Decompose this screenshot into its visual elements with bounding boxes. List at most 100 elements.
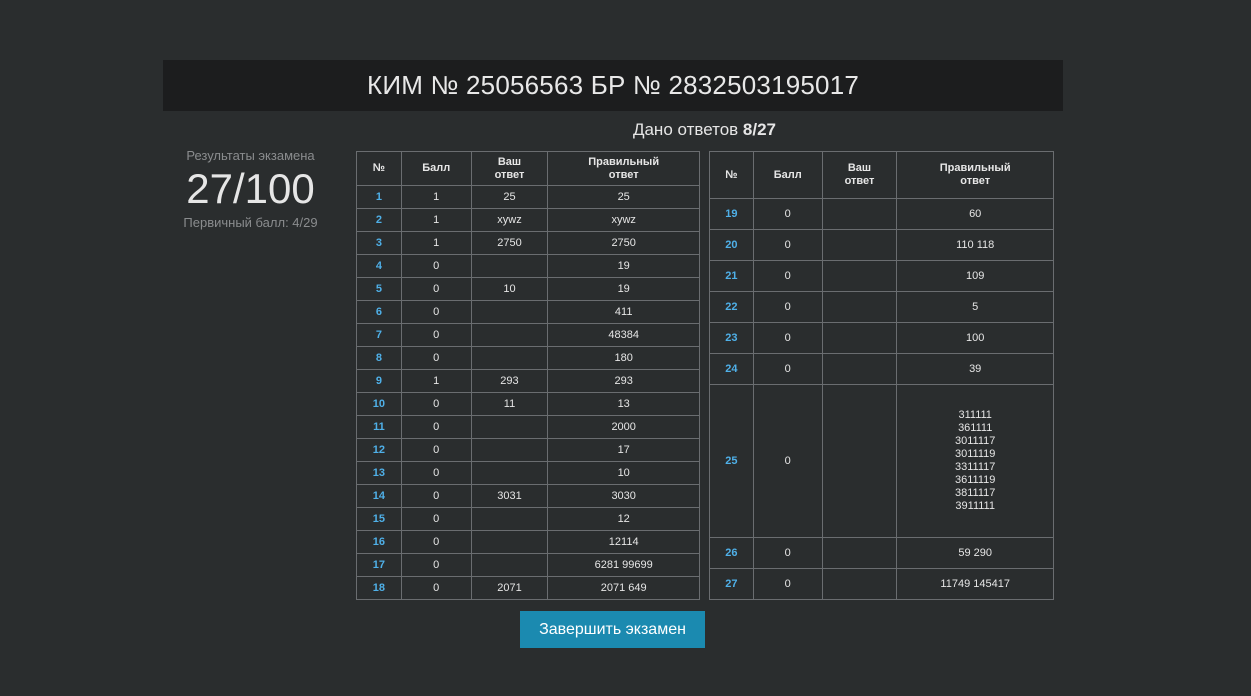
table-header-row: № Балл Ваш ответ Правильный ответ (356, 151, 700, 186)
finish-exam-button[interactable]: Завершить экзамен (520, 611, 705, 648)
your-answer-cell (470, 461, 549, 485)
your-answer-cell (470, 507, 549, 531)
your-answer-cell: 293 (470, 369, 549, 393)
table-row: 10 0 11 13 (356, 392, 700, 416)
correct-answer-line: 3811117 (955, 487, 996, 499)
question-number-link[interactable]: 23 (709, 322, 754, 354)
question-number-link[interactable]: 21 (709, 260, 754, 292)
correct-answer-line: 3911111 (955, 500, 995, 512)
question-number-link[interactable]: 18 (356, 576, 402, 600)
question-number-link[interactable]: 26 (709, 537, 754, 569)
score-cell: 0 (400, 530, 472, 554)
table-row: 18 0 2071 2071 649 (356, 576, 700, 600)
correct-answer-line: 59 290 (958, 547, 993, 559)
column-header-correct-answer: Правильный ответ (547, 151, 700, 186)
page-title: КИМ № 25056563 БР № 2832503195017 (163, 60, 1063, 111)
table-row: 12 0 17 (356, 438, 700, 462)
your-answer-cell (821, 322, 898, 354)
question-number-link[interactable]: 27 (709, 568, 754, 600)
column-header-correct-answer: Правильный ответ (896, 151, 1054, 199)
your-answer-cell (470, 438, 549, 462)
question-number-link[interactable]: 4 (356, 254, 402, 278)
table-header-row: № Балл Ваш ответ Правильный ответ (709, 151, 1054, 199)
your-answer-cell (821, 291, 898, 323)
question-number-link[interactable]: 7 (356, 323, 402, 347)
correct-answer-line: 361111 (958, 422, 993, 434)
correct-answer-line: 5 (972, 301, 979, 313)
score-cell: 0 (400, 438, 472, 462)
your-answer-cell: 2071 (470, 576, 549, 600)
correct-answer-line: 110 118 (956, 239, 995, 251)
question-number-link[interactable]: 16 (356, 530, 402, 554)
answers-given-value: 8/27 (742, 120, 777, 139)
your-answer-cell (821, 568, 898, 600)
column-header-your-answer: Ваш ответ (470, 151, 549, 186)
correct-answer-cell: 5 (896, 291, 1054, 323)
question-number-link[interactable]: 8 (356, 346, 402, 370)
correct-answer-line: 11749 145417 (940, 578, 1010, 590)
correct-answer-cell: 13 (547, 392, 700, 416)
question-number-link[interactable]: 14 (356, 484, 402, 508)
correct-answer-cell: 411 (547, 300, 700, 324)
column-header-score: Балл (400, 151, 472, 186)
score-cell: 0 (400, 461, 472, 485)
correct-answer-cell: 60 (896, 198, 1054, 230)
question-number-link[interactable]: 25 (709, 384, 754, 538)
correct-answer-cell: 12114 (547, 530, 700, 554)
correct-answer-cell: 12 (547, 507, 700, 531)
question-number-link[interactable]: 19 (709, 198, 754, 230)
correct-answer-cell: 2000 (547, 415, 700, 439)
your-answer-cell: 25 (470, 185, 549, 209)
your-answer-header-text: Ваш ответ (494, 155, 525, 181)
correct-answer-line: 3011119 (955, 448, 996, 460)
your-answer-cell: xywz (470, 208, 549, 232)
table-row: 14 0 3031 3030 (356, 484, 700, 508)
question-number-link[interactable]: 2 (356, 208, 402, 232)
table-row: 22 0 5 (709, 291, 1054, 323)
correct-answer-line: 311111 (958, 409, 992, 421)
correct-answer-header-text: Правильный ответ (588, 155, 660, 181)
question-number-link[interactable]: 3 (356, 231, 402, 255)
question-number-link[interactable]: 13 (356, 461, 402, 485)
results-label: Результаты экзамена (186, 148, 315, 163)
question-number-link[interactable]: 6 (356, 300, 402, 324)
question-number-link[interactable]: 12 (356, 438, 402, 462)
question-number-link[interactable]: 5 (356, 277, 402, 301)
primary-score: Первичный балл: 4/29 (183, 215, 318, 230)
table-row: 24 0 39 (709, 353, 1054, 385)
score-cell: 1 (400, 208, 472, 232)
question-number-link[interactable]: 22 (709, 291, 754, 323)
answers-given-counter: Дано ответов 8/27 (356, 120, 1053, 140)
answers-table-right: № Балл Ваш ответ Правильный ответ 19 0 60 2… (709, 151, 1054, 600)
question-number-link[interactable]: 10 (356, 392, 402, 416)
question-number-link[interactable]: 1 (356, 185, 402, 209)
your-answer-header-text: Ваш ответ (844, 162, 875, 187)
question-number-link[interactable]: 11 (356, 415, 402, 439)
correct-answer-cell: 100 (896, 322, 1054, 354)
your-answer-cell (821, 229, 898, 261)
correct-answer-line: 60 (969, 208, 982, 220)
column-header-number: № (709, 151, 754, 199)
your-answer-cell (470, 346, 549, 370)
question-number-link[interactable]: 15 (356, 507, 402, 531)
question-number-link[interactable]: 17 (356, 553, 402, 577)
correct-answer-cell: 6281 99699 (547, 553, 700, 577)
correct-answer-cell: 17 (547, 438, 700, 462)
score-cell: 0 (400, 576, 472, 600)
table-row: 23 0 100 (709, 322, 1054, 354)
correct-answer-cell: 25 (547, 185, 700, 209)
table-row: 5 0 10 19 (356, 277, 700, 301)
table-row: 27 0 11749 145417 (709, 568, 1054, 600)
correct-answer-cell: 19 (547, 254, 700, 278)
correct-answer-line: 100 (966, 332, 985, 344)
question-number-link[interactable]: 24 (709, 353, 754, 385)
correct-answer-cell: 48384 (547, 323, 700, 347)
question-number-link[interactable]: 9 (356, 369, 402, 393)
score-cell: 0 (400, 346, 472, 370)
table-row: 17 0 6281 99699 (356, 553, 700, 577)
score-cell: 0 (752, 229, 823, 261)
your-answer-cell (470, 300, 549, 324)
question-number-link[interactable]: 20 (709, 229, 754, 261)
your-answer-cell (821, 537, 898, 569)
results-score: 27/100 (186, 165, 315, 212)
